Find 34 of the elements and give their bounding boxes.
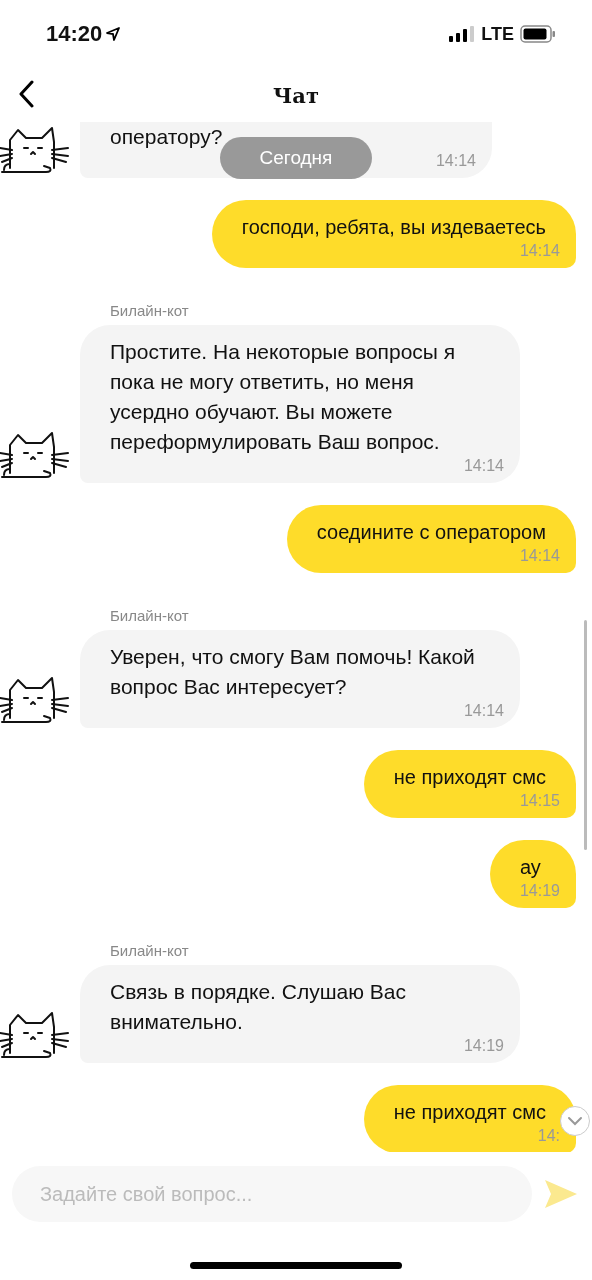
chat-title: Чат	[273, 82, 319, 108]
network-label: LTE	[481, 23, 514, 45]
message-text: господи, ребята, вы издеваетесь	[241, 215, 546, 240]
sender-name: Билайн-кот	[110, 607, 190, 624]
message-text: соедините с оператором	[316, 520, 546, 545]
sender-name: Билайн-кот	[110, 302, 190, 319]
message-input-field[interactable]: Задайте свой вопрос...	[12, 1166, 532, 1222]
cat-avatar-icon	[0, 124, 70, 174]
cat-avatar-icon	[0, 674, 70, 724]
signal-icon	[449, 26, 476, 42]
date-label: Сегодня	[220, 137, 372, 179]
cat-avatar-icon	[0, 429, 70, 479]
message-time: 14:19	[463, 1037, 504, 1055]
location-arrow-icon	[106, 27, 121, 41]
message-time: 14:14	[435, 152, 476, 170]
sender-name: Билайн-кот	[110, 942, 190, 959]
message-text: Уверен, что смогу Вам помочь! Какой вопрос Вас интересует?	[110, 644, 476, 700]
message-time: 14:14	[519, 547, 560, 565]
cat-avatar-icon	[0, 1009, 70, 1059]
message-text: не приходят смс	[393, 1100, 546, 1125]
battery-icon	[520, 25, 556, 43]
message-text: Связь в порядке. Слушаю Вас внимательно.	[110, 979, 407, 1035]
message-time: 14:15	[519, 792, 560, 810]
status-time: 14:20	[46, 21, 103, 47]
message-text: не приходят смс	[393, 765, 546, 790]
message-time: 14:14	[519, 242, 560, 260]
message-text: ау	[519, 855, 542, 880]
message-text: Простите. На некоторые вопросы я пока не могу ответить, но меня усердно обучают. Вы можете переформулировать Ваш вопрос.	[110, 339, 457, 455]
message-time: 14:19	[519, 882, 560, 900]
chevron-down-icon	[567, 1116, 583, 1126]
message-time: 14:14	[463, 702, 504, 720]
message-time: 14:14	[463, 457, 504, 475]
message-time: 14:	[537, 1127, 560, 1145]
send-button[interactable]	[544, 1179, 578, 1209]
